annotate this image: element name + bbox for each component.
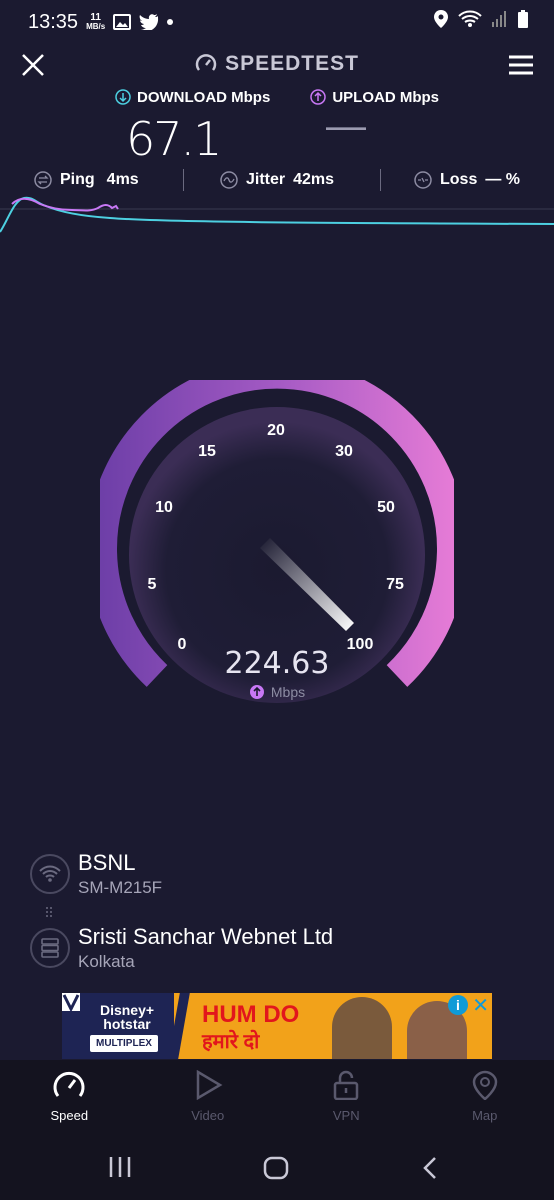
nav-speed[interactable]: Speed (0, 1060, 139, 1134)
ad-brand: Disney+ hotstar (99, 1002, 155, 1032)
map-pin-icon (472, 1070, 498, 1100)
v-logo-icon (62, 994, 80, 1013)
dot-icon (167, 19, 174, 25)
ad-banner[interactable]: Disney+ hotstar MULTIPLEX HUM DO हमारे द… (62, 993, 492, 1059)
gauge-current-value: 224.63 (224, 646, 330, 681)
loss-stat: Loss — % (414, 166, 520, 194)
top-bar: SPEEDTEST (0, 44, 554, 86)
bottom-nav: Speed Video VPN Map (0, 1060, 554, 1134)
status-right-icons (434, 10, 528, 34)
ping-icon (34, 171, 52, 189)
ad-info-icon[interactable]: i (448, 995, 468, 1015)
gauge-tick-5: 5 (148, 576, 157, 593)
menu-button[interactable] (508, 52, 534, 78)
gauge-tick-20: 20 (267, 422, 285, 439)
network-speed-unit: MB/s (86, 22, 106, 31)
ad-hotstar-panel: Disney+ hotstar MULTIPLEX (62, 993, 174, 1059)
nav-vpn-label: VPN (332, 1108, 360, 1123)
ping-stat: Ping 4ms (34, 166, 139, 194)
nav-vpn[interactable]: VPN (277, 1060, 416, 1134)
location-icon (434, 10, 448, 34)
wifi-provider-badge (30, 854, 70, 894)
download-arrow-icon (115, 89, 131, 105)
download-legend: DOWNLOAD Mbps (115, 86, 270, 108)
ad-logo-mark (62, 993, 80, 1013)
speedtest-logo-icon (195, 54, 217, 71)
gauge-unit: Mbps (0, 684, 554, 700)
provider-name: BSNL (78, 850, 136, 875)
nav-map-label: Map (472, 1108, 498, 1123)
jitter-stat: Jitter 42ms (220, 166, 334, 194)
system-nav-bar (0, 1134, 554, 1200)
home-icon[interactable] (263, 1156, 289, 1180)
twitter-icon (139, 14, 159, 30)
speedometer-icon (53, 1071, 85, 1097)
ad-close-icon[interactable]: ✕ (472, 993, 489, 1018)
gauge-tick-75: 75 (386, 576, 404, 593)
gauge-tick-15: 15 (198, 443, 216, 460)
divider (380, 169, 381, 191)
ad-tag: MULTIPLEX (90, 1035, 158, 1052)
play-icon (196, 1070, 223, 1100)
wifi-icon (39, 865, 61, 882)
upload-label: UPLOAD Mbps (332, 88, 439, 106)
lock-icon (334, 1070, 359, 1100)
ad-title: HUM DO (202, 1001, 300, 1028)
recent-apps-icon[interactable] (108, 1156, 132, 1178)
speedtest-brand: SPEEDTEST (0, 52, 554, 76)
jitter-icon (220, 171, 238, 189)
gallery-icon (113, 14, 132, 30)
results-legend: DOWNLOAD Mbps UPLOAD Mbps (0, 86, 554, 108)
gauge-tick-10: 10 (155, 499, 173, 516)
status-bar: 13:35 11 MB/s (0, 0, 554, 44)
device-name: SM-M215F (78, 878, 163, 897)
server-icon (41, 938, 59, 958)
upload-arrow-icon (249, 685, 264, 699)
jitter-label: Jitter (246, 171, 286, 188)
connector-dots-icon (46, 907, 52, 917)
server-name: Sristi Sanchar Webnet Ltd (78, 924, 334, 949)
nav-map[interactable]: Map (416, 1060, 554, 1134)
network-speed-indicator: 11 MB/s (86, 13, 106, 32)
gauge-tick-30: 30 (335, 443, 353, 460)
stats-row: Ping 4ms Jitter 42ms Loss — % (0, 166, 554, 194)
download-value: 67.1 (126, 112, 222, 166)
provider-row[interactable]: BSNL SM-M215F (30, 850, 530, 904)
nav-video[interactable]: Video (139, 1060, 278, 1134)
server-row[interactable]: Sristi Sanchar Webnet Ltd Kolkata (30, 924, 530, 978)
wifi-icon (458, 10, 482, 34)
loss-label: Loss (440, 171, 478, 188)
ping-value: 4ms (106, 171, 139, 188)
signal-icon (492, 10, 508, 34)
gauge-tick-50: 50 (377, 499, 395, 516)
upload-arrow-icon (310, 89, 327, 105)
nav-speed-label: Speed (50, 1108, 89, 1123)
ad-person-image (332, 997, 392, 1059)
ad-subtitle: हमारे दो (202, 1031, 260, 1053)
download-label: DOWNLOAD Mbps (137, 88, 271, 106)
brand-title: SPEEDTEST (225, 52, 359, 75)
upload-value: — (326, 104, 366, 148)
gauge-unit-label: Mbps (270, 684, 306, 700)
server-city: Kolkata (78, 952, 135, 971)
server-badge (30, 928, 70, 968)
back-icon[interactable] (422, 1156, 438, 1180)
hamburger-menu-icon (509, 55, 533, 75)
battery-icon (518, 10, 528, 34)
speed-graph (0, 196, 554, 233)
status-time: 13:35 (28, 10, 79, 33)
nav-video-label: Video (191, 1108, 225, 1123)
download-graph-line (0, 196, 554, 233)
ping-label: Ping (60, 171, 95, 188)
loss-icon (414, 171, 432, 189)
loss-value: — % (485, 171, 521, 188)
jitter-value: 42ms (293, 171, 335, 188)
divider (183, 169, 184, 191)
